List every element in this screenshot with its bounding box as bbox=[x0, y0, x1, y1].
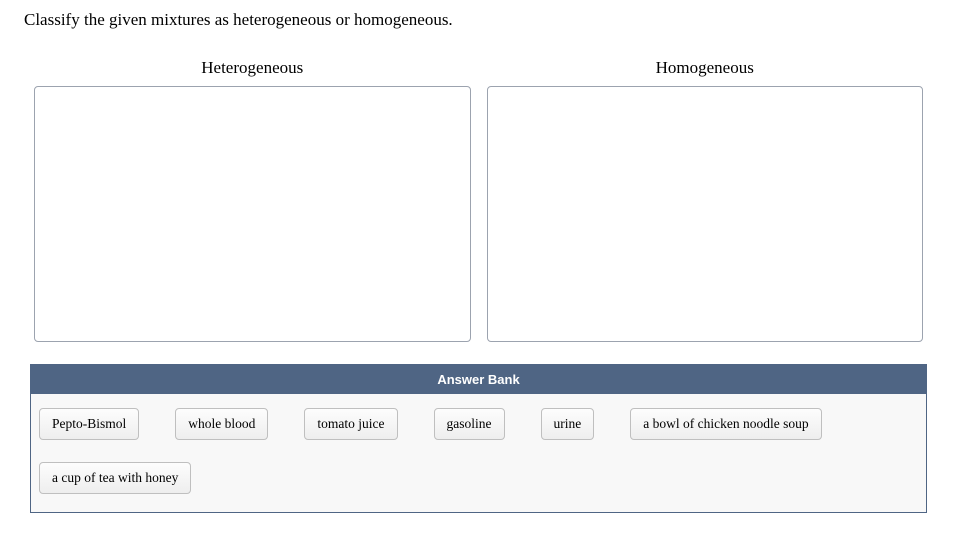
question-text: Classify the given mixtures as heterogen… bbox=[24, 10, 933, 30]
answer-bank: Answer Bank Pepto-Bismol whole blood tom… bbox=[30, 364, 927, 513]
answer-chip[interactable]: a bowl of chicken noodle soup bbox=[630, 408, 821, 440]
heterogeneous-title: Heterogeneous bbox=[201, 58, 303, 78]
heterogeneous-drop-zone[interactable] bbox=[34, 86, 471, 342]
answer-bank-header: Answer Bank bbox=[31, 365, 926, 394]
answer-chip[interactable]: a cup of tea with honey bbox=[39, 462, 191, 494]
answer-chip[interactable]: Pepto-Bismol bbox=[39, 408, 139, 440]
answer-chip[interactable]: gasoline bbox=[434, 408, 505, 440]
heterogeneous-column: Heterogeneous bbox=[34, 58, 471, 342]
answer-chip[interactable]: urine bbox=[541, 408, 595, 440]
answer-bank-body: Pepto-Bismol whole blood tomato juice ga… bbox=[31, 394, 926, 512]
homogeneous-column: Homogeneous bbox=[487, 58, 924, 342]
drop-zones-row: Heterogeneous Homogeneous bbox=[24, 58, 933, 342]
answer-chip[interactable]: whole blood bbox=[175, 408, 268, 440]
homogeneous-drop-zone[interactable] bbox=[487, 86, 924, 342]
homogeneous-title: Homogeneous bbox=[656, 58, 754, 78]
answer-chip[interactable]: tomato juice bbox=[304, 408, 397, 440]
